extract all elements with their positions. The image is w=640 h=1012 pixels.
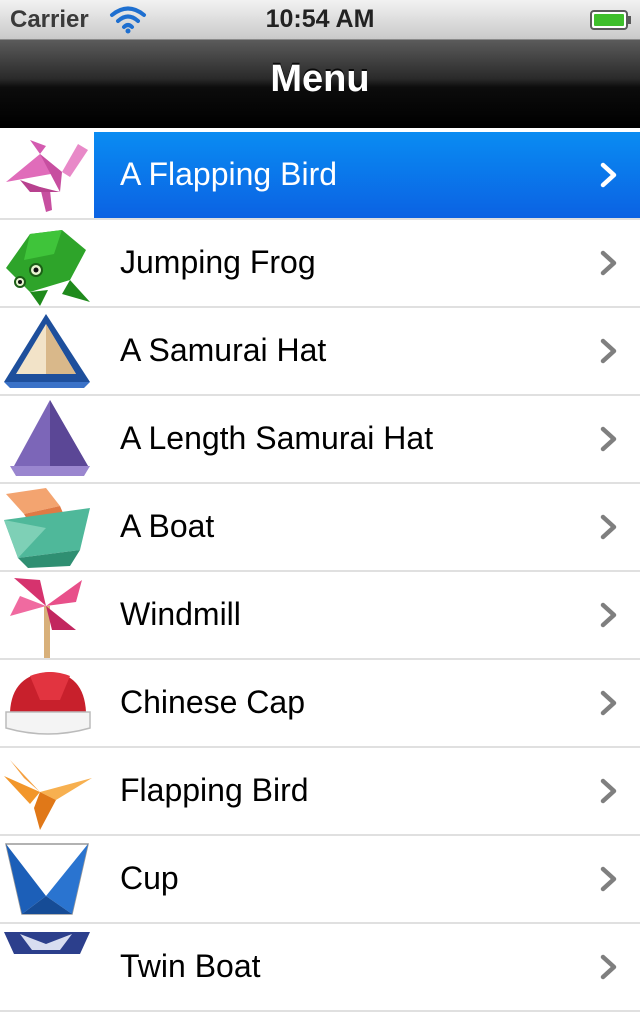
chevron-right-icon [600,162,617,188]
orange-origami-bird-icon [4,760,92,830]
list-item-label: Chinese Cap [120,684,305,720]
chevron-right-icon [600,514,617,540]
origami-boat-icon [4,488,90,568]
origami-windmill-icon [10,578,82,658]
list-item-label: A Flapping Bird [120,156,338,192]
green-origami-frog-icon [6,230,90,306]
list-item-label: Flapping Bird [120,772,309,808]
list-item[interactable]: A Length Samurai Hat [0,396,640,484]
list-item[interactable]: Twin Boat [0,924,640,1012]
chevron-right-icon [600,602,617,628]
list-item[interactable]: Chinese Cap [0,660,640,748]
chevron-right-icon [600,690,617,716]
list-item-label: Cup [120,860,179,896]
list-item-label: A Length Samurai Hat [120,420,434,456]
status-time: 10:54 AM [265,5,375,33]
origami-twin-boat-icon [4,932,90,954]
list-item[interactable]: Flapping Bird [0,748,640,836]
list-item-label: Windmill [120,596,241,632]
list-item[interactable]: A Boat [0,484,640,572]
list-item-label: A Samurai Hat [120,332,327,368]
list-item[interactable]: A Flapping Bird [0,132,640,220]
chevron-right-icon [600,426,617,452]
chevron-right-icon [600,250,617,276]
origami-samurai-hat-icon [4,314,90,388]
menu-list: A Flapping Bird Jumping Frog A Samurai H… [0,132,640,1012]
list-item[interactable]: Cup [0,836,640,924]
red-origami-cap-icon [5,672,91,735]
list-item[interactable]: Jumping Frog [0,220,640,308]
chevron-right-icon [600,954,617,980]
list-item[interactable]: Windmill [0,572,640,660]
blue-origami-cup-icon [5,843,89,915]
purple-origami-tall-hat-icon [10,400,90,476]
list-item-label: Jumping Frog [120,244,316,280]
battery-icon [590,10,631,30]
status-bar: Carrier 10:54 AM [0,0,640,40]
chevron-right-icon [600,778,617,804]
chevron-right-icon [600,338,617,364]
pink-origami-bird-icon [6,140,88,212]
list-item-label: Twin Boat [120,948,261,984]
list-item[interactable]: A Samurai Hat [0,308,640,396]
list-item-label: A Boat [120,508,215,544]
page-title: Menu [270,58,370,100]
navigation-bar: Menu [0,40,640,128]
chevron-right-icon [600,866,617,892]
